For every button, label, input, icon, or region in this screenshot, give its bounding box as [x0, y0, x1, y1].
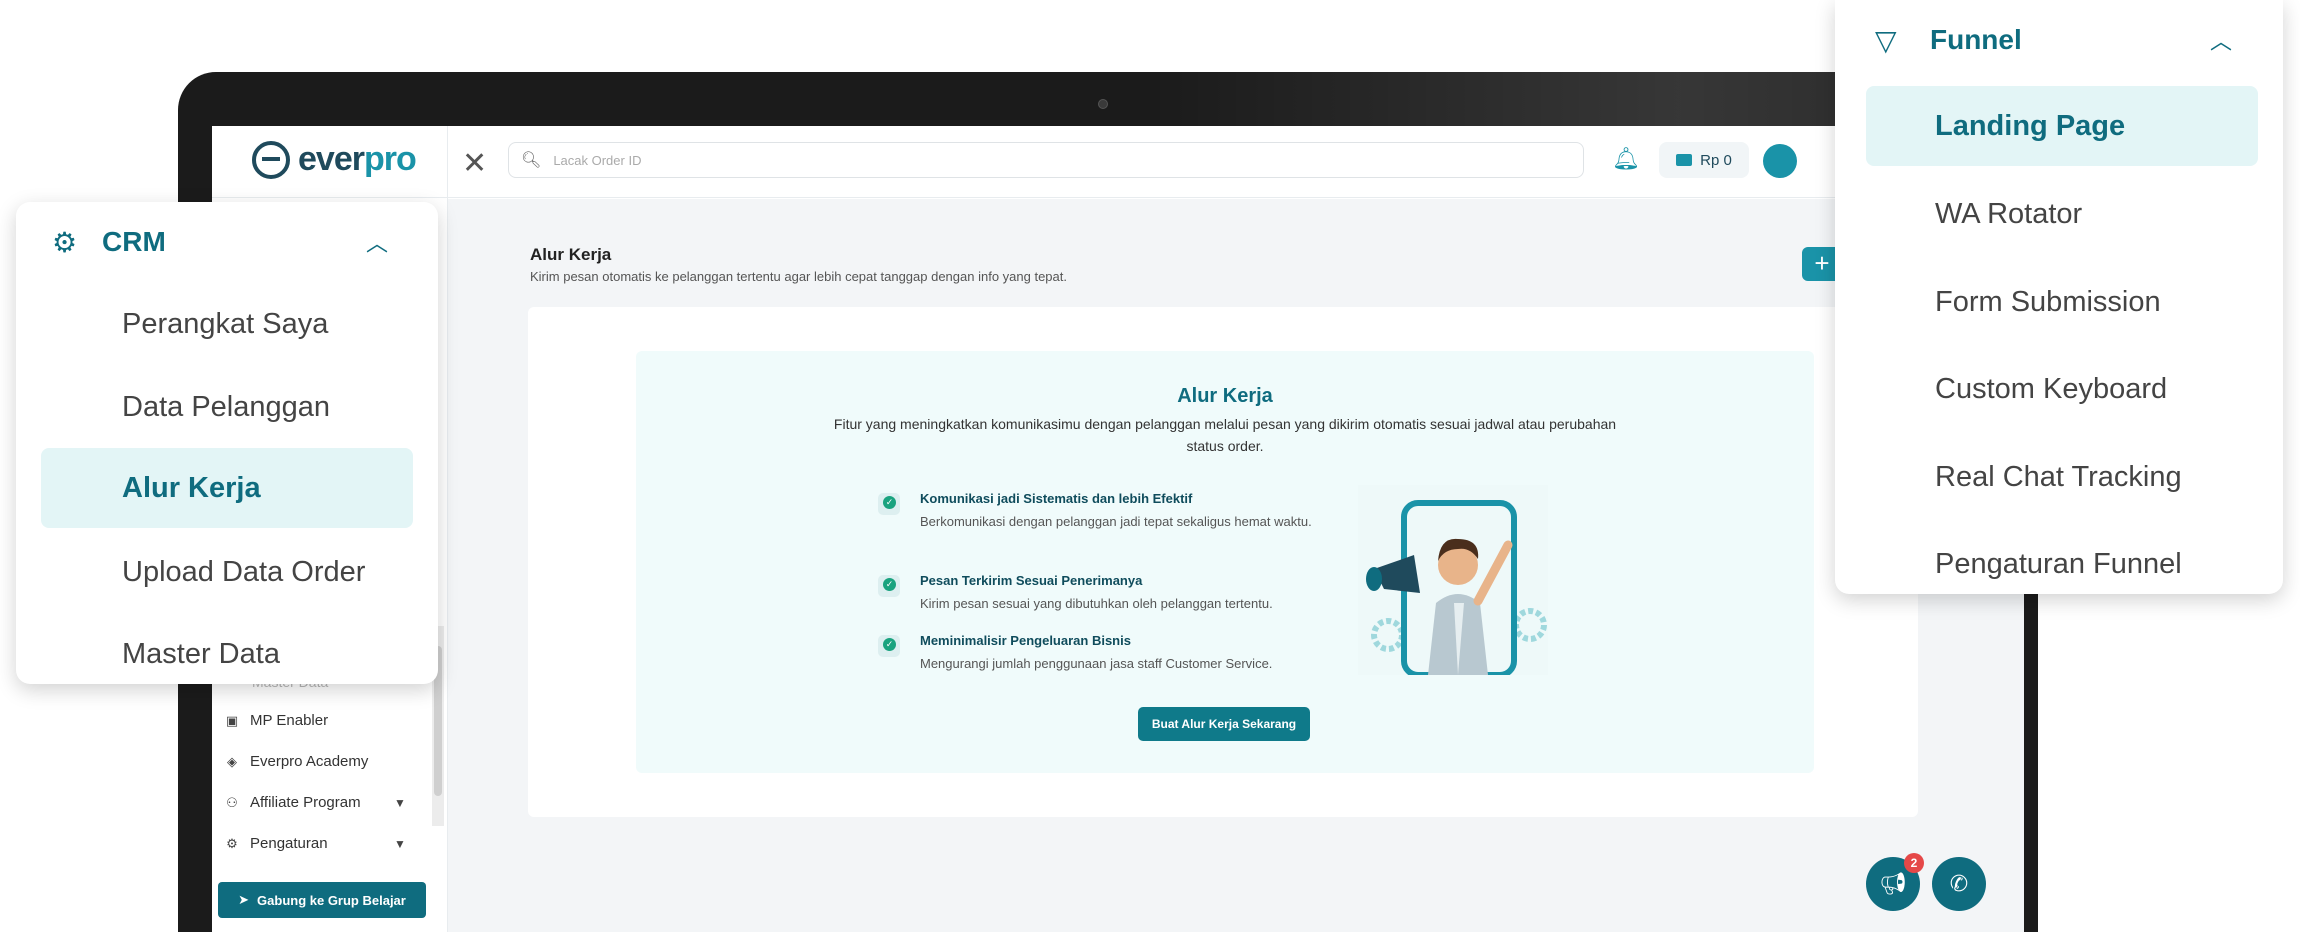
crm-menu-header[interactable]: ⚙ CRM ︿: [16, 202, 438, 282]
affiliate-icon: ⚇: [226, 794, 238, 810]
funnel-menu-item-landing-page[interactable]: Landing Page: [1866, 86, 2258, 166]
academy-icon: ◈: [227, 753, 237, 769]
main-content: Alur Kerja Kirim pesan otomatis ke pelan…: [448, 199, 2024, 932]
hero-panel: Alur Kerja Fitur yang meningkatkan komun…: [636, 351, 1814, 773]
crm-menu-item-master-data[interactable]: Master Data: [41, 614, 413, 684]
sidebar-item-everpro-academy[interactable]: ◈ Everpro Academy: [224, 753, 368, 770]
everpro-logo-icon: [252, 140, 290, 179]
notification-badge: 2: [1904, 853, 1924, 873]
create-workflow-button[interactable]: Buat Alur Kerja Sekarang: [1138, 707, 1310, 741]
funnel-menu-header[interactable]: ▽ Funnel ︿: [1835, 0, 2283, 80]
crm-menu-title: CRM: [102, 226, 166, 257]
feature-item: Meminimalisir Pengeluaran Bisnis Mengura…: [878, 633, 1318, 673]
page-subtitle: Kirim pesan otomatis ke pelanggan terten…: [530, 269, 1067, 284]
check-icon: [878, 493, 900, 515]
search-bar[interactable]: 🔍︎: [508, 142, 1584, 178]
megaphone-icon: 📢︎: [1879, 871, 1907, 896]
store-icon: ▣: [225, 712, 239, 728]
search-icon: 🔍︎: [521, 152, 542, 169]
crm-menu-item-perangkat-saya[interactable]: Perangkat Saya: [41, 284, 413, 364]
telegram-icon: ➤: [238, 892, 250, 907]
sidebar-item-pengaturan[interactable]: ⚙ Pengaturan ▼: [224, 835, 406, 852]
funnel-icon: ▽: [1875, 24, 1897, 56]
whatsapp-button[interactable]: ✆: [1932, 857, 1986, 911]
funnel-menu-item-form-submission[interactable]: Form Submission: [1866, 262, 2258, 342]
crm-menu-item-data-pelanggan[interactable]: Data Pelanggan: [41, 367, 413, 447]
hero-description: Fitur yang meningkatkan komunikasimu den…: [833, 416, 1617, 454]
balance-value: Rp 0: [1700, 151, 1732, 169]
crm-menu-item-alur-kerja[interactable]: Alur Kerja: [41, 448, 413, 528]
funnel-menu-panel: ▽ Funnel ︿ Landing Page WA Rotator Form …: [1835, 0, 2283, 594]
chevron-down-icon: ▼: [394, 836, 406, 851]
close-sidebar-icon[interactable]: ✕: [462, 146, 487, 181]
chevron-up-icon[interactable]: ︿: [2210, 24, 2232, 56]
crm-menu-panel: ⚙ CRM ︿ Perangkat Saya Data Pelanggan Al…: [16, 202, 438, 684]
funnel-menu-item-real-chat-tracking[interactable]: Real Chat Tracking: [1866, 437, 2258, 517]
feature-item: Pesan Terkirim Sesuai Penerimanya Kirim …: [878, 573, 1318, 613]
chevron-up-icon[interactable]: ︿: [366, 226, 388, 258]
camera-icon: [1098, 99, 1108, 109]
funnel-menu-title: Funnel: [1930, 24, 2022, 55]
chevron-down-icon: ▼: [394, 795, 406, 810]
check-icon: [878, 575, 900, 597]
gear-icon: ⚙: [226, 835, 238, 851]
sidebar-item-mp-enabler[interactable]: ▣ MP Enabler: [224, 712, 328, 729]
feature-item: Komunikasi jadi Sistematis dan lebih Efe…: [878, 491, 1318, 551]
app-header: everpro ✕ 🔍︎ 🔔︎ Rp 0: [212, 126, 2024, 198]
everpro-logo[interactable]: everpro: [252, 140, 417, 179]
funnel-menu-item-custom-keyboard[interactable]: Custom Keyboard: [1866, 349, 2258, 429]
hero-title: Alur Kerja: [1177, 385, 1273, 407]
empty-state-card: Alur Kerja Fitur yang meningkatkan komun…: [528, 307, 1918, 817]
page-title: Alur Kerja: [530, 245, 612, 264]
balance-chip[interactable]: Rp 0: [1659, 142, 1749, 178]
logo-text: everpro: [298, 140, 417, 178]
funnel-menu-item-pengaturan-funnel[interactable]: Pengaturan Funnel: [1866, 524, 2258, 594]
whatsapp-icon: ✆: [1949, 871, 1969, 896]
avatar[interactable]: [1763, 144, 1797, 178]
check-icon: [878, 635, 900, 657]
crm-icon: ⚙: [52, 226, 78, 258]
join-group-button[interactable]: ➤ Gabung ke Grup Belajar: [218, 882, 426, 918]
wallet-icon: [1676, 154, 1693, 166]
announcement-button[interactable]: 📢︎ 2: [1866, 853, 1924, 911]
crm-menu-item-upload-data-order[interactable]: Upload Data Order: [41, 532, 413, 612]
app-screen: everpro ✕ 🔍︎ 🔔︎ Rp 0 Master Data ▣ MP En…: [212, 126, 2024, 932]
megaphone-person-illustration: [1358, 485, 1548, 675]
notification-bell-icon[interactable]: 🔔︎: [1612, 146, 1640, 172]
sidebar-item-affiliate-program[interactable]: ⚇ Affiliate Program ▼: [224, 794, 406, 811]
funnel-menu-item-wa-rotator[interactable]: WA Rotator: [1866, 174, 2258, 254]
search-input[interactable]: [553, 152, 1454, 168]
